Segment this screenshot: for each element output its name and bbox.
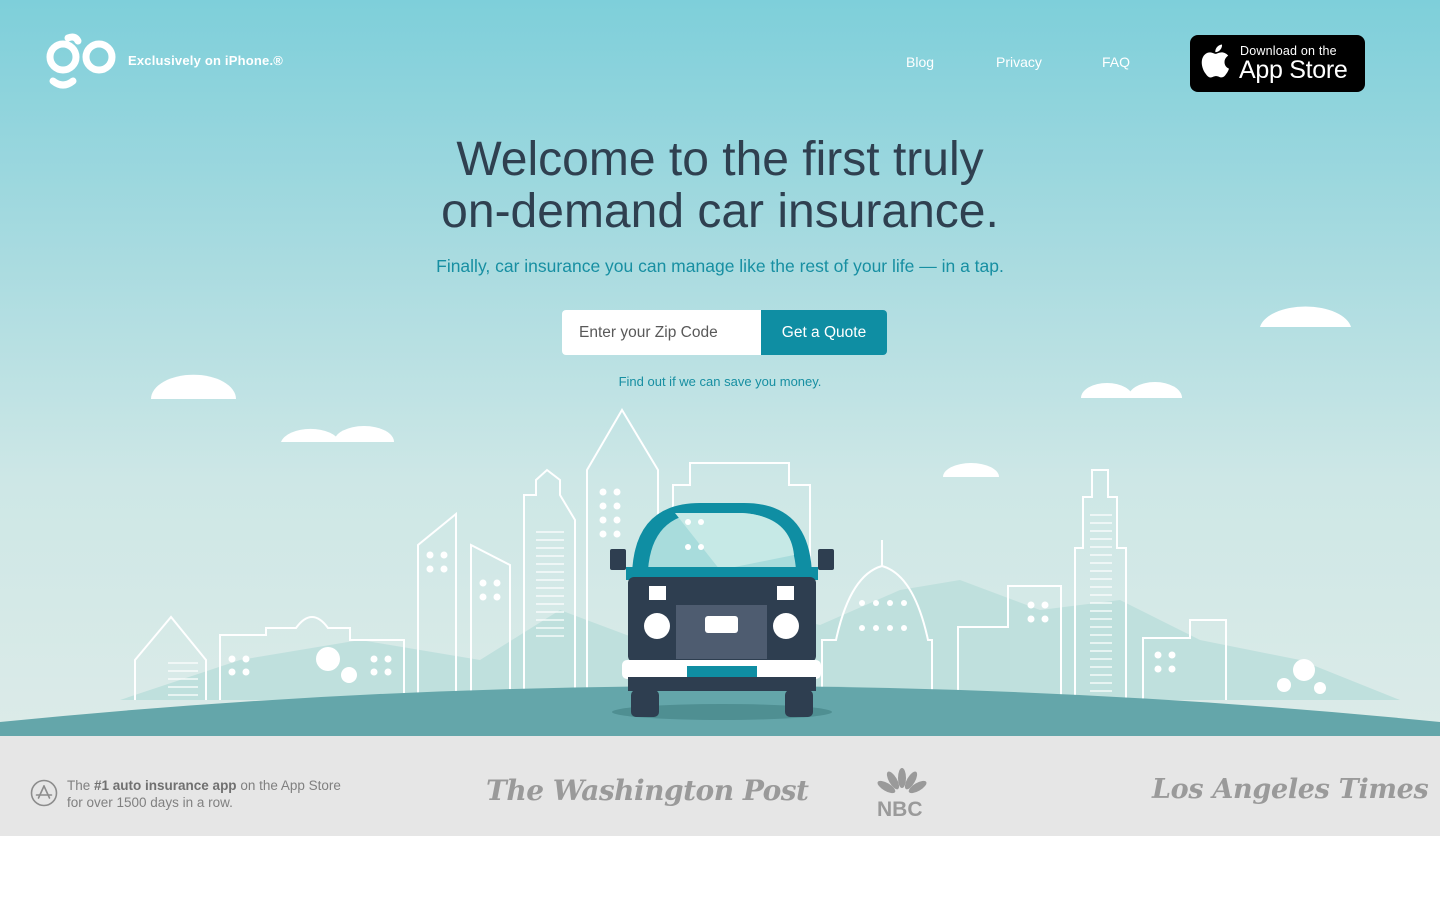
app-store-award-icon xyxy=(30,779,58,807)
apple-icon xyxy=(1201,44,1229,78)
press-bar: The #1 auto insurance app on the App Sto… xyxy=(0,736,1440,836)
award-post: on the App Store xyxy=(236,778,341,793)
award-line2: for over 1500 days in a row. xyxy=(67,795,233,810)
page-title: Welcome to the first truly on-demand car… xyxy=(0,134,1440,238)
nbc-logo: NBC xyxy=(877,798,923,821)
subheadline: Finally, car insurance you can manage li… xyxy=(436,256,1004,276)
nav-privacy-link[interactable]: Privacy xyxy=(996,54,1042,70)
washington-post-logo: The Washington Post xyxy=(486,774,809,807)
nav-faq-link[interactable]: FAQ xyxy=(1102,54,1130,70)
zip-code-input[interactable] xyxy=(562,310,761,355)
page-title-line-1: Welcome to the first truly xyxy=(456,133,984,186)
nav-blog-link[interactable]: Blog xyxy=(906,54,934,70)
city-car-illustration xyxy=(0,306,1440,736)
nbc-peacock-icon xyxy=(877,768,927,794)
award-pre: The xyxy=(67,778,95,793)
hero-section: Exclusively on iPhone.® Blog Privacy FAQ… xyxy=(0,0,1440,736)
la-times-logo: Los Angeles Times xyxy=(1152,774,1429,805)
save-money-text: Find out if we can save you money. xyxy=(618,374,822,389)
tagline: Exclusively on iPhone.® xyxy=(128,53,284,68)
award-text: The #1 auto insurance app on the App Sto… xyxy=(67,777,341,811)
app-store-label: App Store xyxy=(1239,56,1348,84)
app-store-button[interactable]: Download on the App Store xyxy=(1190,35,1365,92)
go-logo-icon[interactable] xyxy=(44,32,118,96)
award-highlight: #1 auto insurance app xyxy=(94,778,237,793)
get-quote-button[interactable]: Get a Quote xyxy=(761,310,887,355)
page-title-line-2: on-demand car insurance. xyxy=(441,185,999,238)
